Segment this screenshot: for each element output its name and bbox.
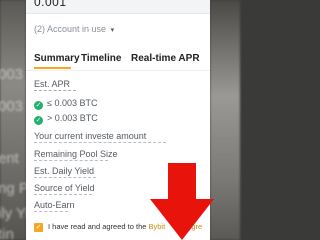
tooltip-underline bbox=[34, 211, 68, 212]
tier-row: ✓ ≤ 0.003 BTC bbox=[34, 98, 97, 110]
account-selector[interactable]: (2) Account in use ▾ bbox=[34, 24, 114, 34]
ghost-text: ent bbox=[0, 150, 19, 167]
tier-row: ✓ > 0.003 BTC bbox=[34, 113, 98, 125]
tab-timeline[interactable]: Timeline bbox=[81, 53, 121, 64]
tab-bar: Summary Timeline Real-time APR bbox=[34, 53, 210, 69]
tooltip-underline bbox=[34, 90, 76, 91]
amount-value: 0.001 bbox=[34, 0, 67, 9]
check-icon: ✓ bbox=[34, 116, 43, 125]
ghost-text: ng P bbox=[0, 180, 29, 197]
tier-label: > 0.003 BTC bbox=[47, 113, 98, 123]
amount-input[interactable]: 0.001 bbox=[26, 0, 210, 14]
tier-label: ≤ 0.003 BTC bbox=[47, 98, 98, 108]
account-label: (2) Account in use bbox=[34, 24, 107, 34]
est-apr-label[interactable]: Est. APR bbox=[34, 79, 70, 89]
ghost-text: tin bbox=[0, 226, 14, 240]
source-of-yield-label[interactable]: Source of Yield bbox=[34, 183, 95, 193]
current-investment-label[interactable]: Your current investe amount bbox=[34, 131, 146, 141]
tooltip-underline bbox=[34, 177, 96, 178]
active-tab-indicator bbox=[34, 67, 71, 69]
agreement-prefix: I have read and agreed to the bbox=[48, 222, 149, 231]
ghost-text: ily Yi bbox=[0, 205, 29, 222]
chevron-down-icon: ▾ bbox=[110, 27, 115, 34]
remaining-pool-label[interactable]: Remaining Pool Size bbox=[34, 149, 118, 159]
tab-summary[interactable]: Summary bbox=[34, 53, 80, 64]
tooltip-underline bbox=[34, 142, 166, 143]
tooltip-underline bbox=[34, 160, 108, 161]
divider bbox=[26, 70, 210, 71]
background-left: 003 B 003 B ent ng P ily Yi tin bbox=[0, 0, 37, 240]
background-right bbox=[210, 0, 240, 240]
daily-yield-label[interactable]: Est. Daily Yield bbox=[34, 166, 94, 176]
check-icon: ✓ bbox=[34, 101, 43, 110]
tooltip-underline bbox=[34, 194, 92, 195]
agree-checkbox[interactable]: ✓ bbox=[34, 223, 43, 232]
auto-earn-label[interactable]: Auto-Earn bbox=[34, 200, 75, 210]
arrow-down-icon bbox=[150, 163, 214, 240]
tab-real-time-apr[interactable]: Real-time APR bbox=[131, 53, 200, 64]
